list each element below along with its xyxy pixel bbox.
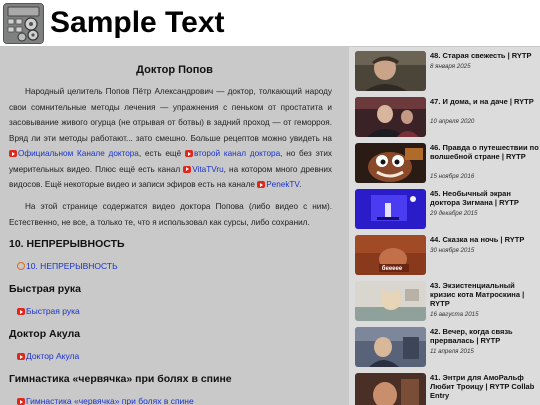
section-video-link[interactable]: 10. НЕПРЕРЫВНОСТЬ bbox=[17, 261, 118, 271]
video-title[interactable]: 48. Старая свежесть | RYTP bbox=[430, 51, 540, 60]
section-video-link[interactable]: Доктор Акула bbox=[17, 351, 79, 361]
video-title[interactable]: 42. Вечер, когда связь прервалась | RYTP bbox=[430, 327, 540, 345]
article-title: Доктор Попов bbox=[136, 64, 213, 76]
video-card[interactable]: 43. Экзистенциальный кризис кота Матроск… bbox=[355, 281, 540, 323]
official-channel-link[interactable]: Официальном Канале доктора bbox=[18, 149, 139, 158]
section-link-label[interactable]: Быстрая рука bbox=[26, 306, 80, 316]
section-heading: Доктор Акула bbox=[9, 328, 81, 340]
intro-text-5: . bbox=[299, 180, 302, 189]
video-date: 8 января 2025 bbox=[430, 63, 471, 70]
youtube-icon bbox=[257, 181, 266, 188]
video-card[interactable]: 41. Энтри для АмоРальф Любит Троицу | RY… bbox=[355, 373, 540, 405]
youtube-icon bbox=[17, 398, 25, 405]
section-heading: Быстрая рука bbox=[9, 283, 82, 295]
article-main: Доктор Попов Народный целитель Попов Пёт… bbox=[0, 47, 349, 405]
video-thumbnail[interactable] bbox=[355, 51, 426, 91]
youtube-icon bbox=[185, 150, 194, 157]
video-date: 11 апреля 2015 bbox=[430, 348, 474, 355]
video-thumbnail[interactable] bbox=[355, 281, 426, 321]
section-link-label[interactable]: 10. НЕПРЕРЫВНОСТЬ bbox=[26, 261, 118, 271]
article-intro-paragraph: Народный целитель Попов Пётр Александров… bbox=[9, 84, 332, 193]
video-title[interactable]: 47. И дома, и на даче | RYTP bbox=[430, 97, 540, 106]
video-card[interactable]: 48. Старая свежесть | RYTP 8 января 2025 bbox=[355, 51, 540, 93]
youtube-icon bbox=[9, 150, 17, 157]
section-link-label[interactable]: Гимнастика «червячка» при болях в спине bbox=[26, 396, 194, 405]
video-date: 30 ноября 2015 bbox=[430, 247, 475, 254]
section-video-link[interactable]: Быстрая рука bbox=[17, 306, 80, 316]
youtube-icon bbox=[183, 165, 192, 173]
video-thumbnail[interactable] bbox=[355, 143, 426, 183]
video-title[interactable]: 46. Правда о путешествии по волшебной ст… bbox=[430, 143, 540, 161]
section-link-label[interactable]: Доктор Акула bbox=[26, 351, 79, 361]
thumbnail-caption: беееее bbox=[382, 265, 403, 272]
site-header: Sample Text bbox=[0, 0, 540, 47]
video-card[interactable]: 47. И дома, и на даче | RYTP 10 апреля 2… bbox=[355, 97, 540, 139]
section-heading: Гимнастика «червячка» при болях в спине bbox=[9, 373, 232, 385]
intro-text-1: Народный целитель Попов Пётр Александров… bbox=[9, 87, 332, 143]
video-title[interactable]: 43. Экзистенциальный кризис кота Матроск… bbox=[430, 281, 540, 308]
video-title[interactable]: 44. Сказка на ночь | RYTP bbox=[430, 235, 540, 244]
second-channel-link[interactable]: второй канал доктора bbox=[194, 149, 280, 158]
video-title[interactable]: 41. Энтри для АмоРальф Любит Троицу | RY… bbox=[430, 373, 540, 400]
video-thumbnail[interactable] bbox=[355, 327, 426, 367]
video-thumbnail[interactable] bbox=[355, 97, 426, 137]
article-note-paragraph: На этой странице содержатся видео доктор… bbox=[9, 202, 332, 227]
video-card[interactable]: 42. Вечер, когда связь прервалась | RYTP… bbox=[355, 327, 540, 369]
section-heading: 10. НЕПРЕРЫВНОСТЬ bbox=[9, 238, 125, 250]
video-title[interactable]: 45. Необычный экран доктора Зигмана | RY… bbox=[430, 189, 540, 207]
video-date: 10 апреля 2020 bbox=[430, 118, 475, 125]
video-thumbnail[interactable] bbox=[355, 373, 426, 405]
youtube-icon bbox=[17, 353, 25, 360]
video-date: 15 ноября 2016 bbox=[430, 173, 475, 180]
video-card[interactable]: беееее 44. Сказка на ночь | RYTP 30 нояб… bbox=[355, 235, 540, 277]
intro-text-2: , есть ещё bbox=[138, 149, 186, 158]
penektv-link[interactable]: PenekTV bbox=[266, 180, 299, 189]
video-card[interactable]: 45. Необычный экран доктора Зигмана | RY… bbox=[355, 189, 540, 231]
calculator-logo-icon[interactable] bbox=[3, 3, 44, 44]
section-video-link[interactable]: Гимнастика «червячка» при болях в спине bbox=[17, 396, 194, 405]
video-card[interactable]: 46. Правда о путешествии по волшебной ст… bbox=[355, 143, 540, 185]
video-thumbnail[interactable] bbox=[355, 189, 426, 229]
video-thumbnail[interactable]: беееее bbox=[355, 235, 426, 275]
video-sidebar: 48. Старая свежесть | RYTP 8 января 2025… bbox=[349, 47, 540, 405]
video-date: 16 августа 2015 bbox=[430, 311, 479, 318]
site-title[interactable]: Sample Text bbox=[50, 3, 225, 43]
loading-ring-icon bbox=[17, 262, 25, 270]
youtube-icon bbox=[17, 308, 25, 315]
vitatvru-link[interactable]: VitaTVru bbox=[192, 165, 223, 174]
video-date: 29 декабря 2015 bbox=[430, 210, 478, 217]
